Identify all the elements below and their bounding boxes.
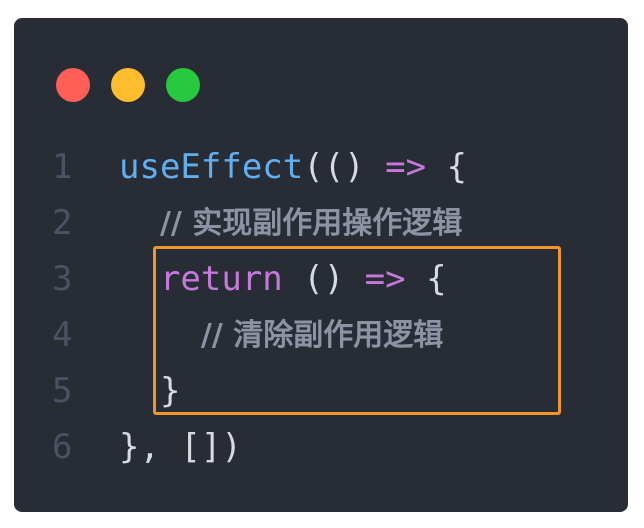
line-number: 2 [52,203,73,243]
line-number: 3 [52,259,73,299]
highlight-box [153,246,561,415]
code-token: useEffect [119,147,304,187]
line-number: 6 [52,427,73,467]
line-content: }, []) [119,419,242,475]
code-token: (() [303,147,386,187]
code-token: { [426,147,468,187]
code-line: 6 }, []) [14,419,628,475]
line-number: 5 [52,371,73,411]
code-line: 1 useEffect(() => { [14,139,628,195]
minimize-dot-icon [111,68,145,102]
line-number: 4 [52,315,73,355]
code-token: => [385,147,427,187]
close-dot-icon [56,68,90,102]
maximize-dot-icon [166,68,200,102]
line-content: useEffect(() => { [119,139,467,195]
code-comment: // 实现副作用操作逻辑 [159,206,463,241]
code-window: 1 useEffect(() => { 2 // 实现副作用操作逻辑 3 ret… [14,18,628,512]
code-token: }, []) [119,427,242,467]
window-controls [56,68,200,102]
code-line: 2 // 实现副作用操作逻辑 [14,195,628,251]
line-content: // 实现副作用操作逻辑 [119,194,462,252]
line-number: 1 [52,147,73,187]
